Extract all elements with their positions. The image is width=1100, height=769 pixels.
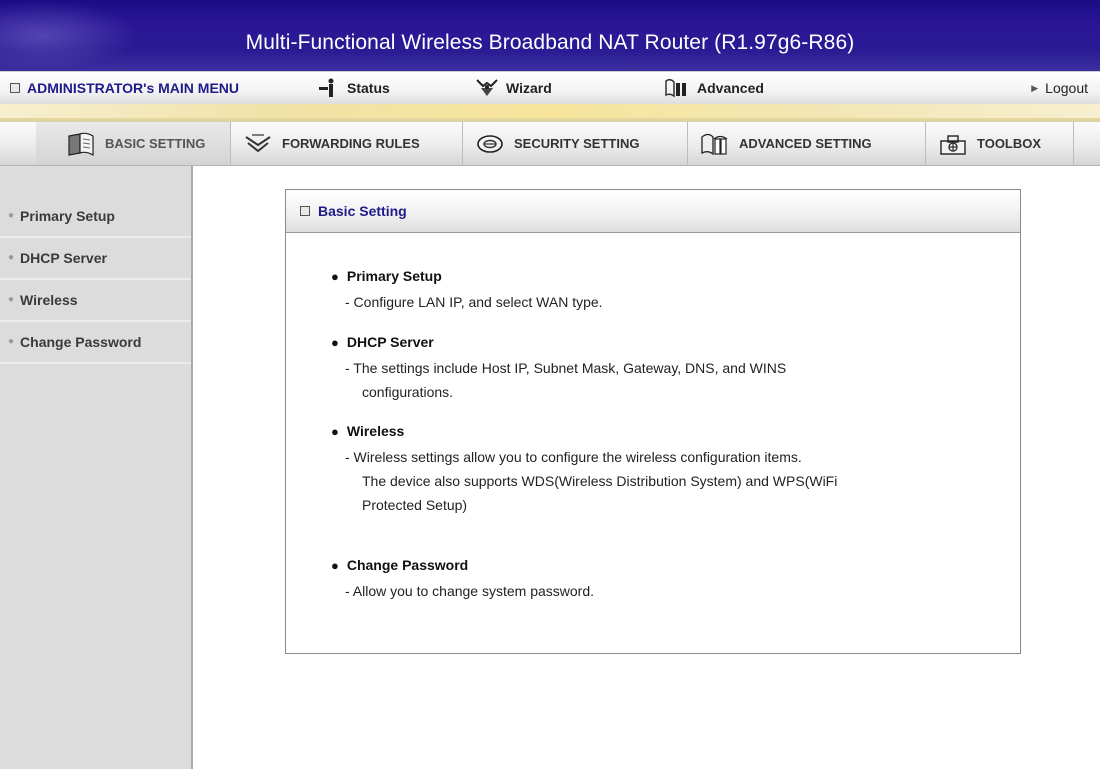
tab-advanced-setting-label: ADVANCED SETTING: [739, 136, 872, 151]
entry-title-text: Wireless: [346, 423, 405, 439]
sidebar-item-label: Wireless: [20, 292, 78, 308]
triangle-right-icon: ▶: [1031, 83, 1039, 93]
bullet-dot-icon: ●: [8, 210, 15, 221]
entry-description: - Allow you to change system password.: [345, 579, 991, 603]
sidebar-item-wireless[interactable]: ● Wireless: [0, 280, 191, 322]
bullet-dot-icon: ●: [8, 336, 15, 347]
admin-main-menu-link[interactable]: ADMINISTRATOR's MAIN MENU: [10, 72, 239, 104]
entry-title-text: Primary Setup: [346, 268, 442, 284]
title-banner: Multi-Functional Wireless Broadband NAT …: [0, 0, 1100, 71]
status-link[interactable]: Status: [318, 72, 390, 104]
square-bullet-icon: [10, 83, 20, 93]
entry-title-text: DHCP Server: [346, 334, 434, 350]
bullet-icon: ●: [331, 268, 339, 284]
tab-toolbox-label: TOOLBOX: [977, 136, 1042, 151]
tab-security-setting[interactable]: SECURITY SETTING: [463, 122, 688, 165]
tab-basic-setting-label: BASIC SETTING: [105, 136, 206, 151]
sidebar-item-primary-setup[interactable]: ● Primary Setup: [0, 196, 191, 238]
entry-wireless: ● Wireless - Wireless settings allow you…: [331, 423, 991, 517]
desc-line: The device also supports WDS(Wireless Di…: [362, 473, 838, 489]
panel-title: Basic Setting: [318, 203, 407, 219]
status-icon: [319, 78, 334, 97]
sidebar-item-change-password[interactable]: ● Change Password: [0, 322, 191, 364]
main-menu-bar: ADMINISTRATOR's MAIN MENU Status Wizard …: [0, 71, 1100, 104]
page-title: Multi-Functional Wireless Broadband NAT …: [245, 31, 855, 54]
bullet-dot-icon: ●: [8, 252, 15, 263]
desc-line: - Allow you to change system password.: [345, 583, 595, 599]
wizard-icon: [476, 79, 498, 96]
sidebar-item-dhcp-server[interactable]: ● DHCP Server: [0, 238, 191, 280]
square-bullet-icon: [300, 206, 310, 216]
bullet-icon: ●: [331, 423, 339, 439]
status-label: Status: [347, 80, 390, 96]
sidebar-item-label: Change Password: [20, 334, 142, 350]
tab-advanced-setting[interactable]: ADVANCED SETTING: [688, 122, 926, 165]
sidebar: ● Primary Setup ● DHCP Server ● Wireless…: [0, 166, 193, 769]
advanced-link[interactable]: Advanced: [664, 72, 764, 104]
entry-title: ● Change Password: [331, 557, 991, 573]
book-icon: [68, 132, 94, 156]
bullet-icon: ●: [331, 334, 339, 350]
tab-toolbox[interactable]: TOOLBOX: [926, 122, 1074, 165]
advanced-icon: [665, 78, 686, 98]
entry-dhcp-server: ● DHCP Server - The settings include Hos…: [331, 334, 991, 404]
admin-main-menu-label: ADMINISTRATOR's MAIN MENU: [27, 80, 240, 96]
bullet-icon: ●: [331, 557, 339, 573]
arrows-icon: [245, 133, 271, 152]
wizard-link[interactable]: Wizard: [475, 72, 552, 104]
tab-security-setting-label: SECURITY SETTING: [514, 136, 640, 151]
basic-setting-panel: Basic Setting ● Primary Setup - Configur…: [285, 189, 1021, 654]
entry-change-password: ● Change Password - Allow you to change …: [331, 557, 991, 603]
gold-separator: [0, 104, 1100, 122]
desc-line: configurations.: [362, 384, 454, 400]
entry-description: - Wireless settings allow you to configu…: [345, 445, 991, 517]
desc-line: - Wireless settings allow you to configu…: [345, 449, 802, 465]
wizard-label: Wizard: [506, 80, 552, 96]
sidebar-item-label: DHCP Server: [20, 250, 107, 266]
entry-title: ● DHCP Server: [331, 334, 991, 350]
tab-forwarding-rules[interactable]: FORWARDING RULES: [231, 122, 463, 165]
disc-icon: [477, 134, 503, 153]
entry-primary-setup: ● Primary Setup - Configure LAN IP, and …: [331, 268, 991, 314]
tab-bar: BASIC SETTING FORWARDING RULES SECURITY …: [0, 122, 1100, 166]
tab-basic-setting[interactable]: BASIC SETTING: [36, 122, 231, 165]
book-wings-icon: [701, 133, 728, 155]
entry-title-text: Change Password: [346, 557, 469, 573]
logout-link[interactable]: ▶ Logout: [1031, 72, 1088, 104]
entry-title: ● Primary Setup: [331, 268, 991, 284]
tab-forwarding-rules-label: FORWARDING RULES: [282, 136, 420, 151]
desc-line: - The settings include Host IP, Subnet M…: [345, 360, 787, 376]
toolbox-icon: [940, 134, 966, 155]
logout-label: Logout: [1045, 80, 1088, 96]
entry-title: ● Wireless: [331, 423, 991, 439]
entry-description: - Configure LAN IP, and select WAN type.: [345, 290, 991, 314]
entry-description: - The settings include Host IP, Subnet M…: [345, 356, 991, 404]
panel-header: Basic Setting: [286, 190, 1020, 233]
bullet-dot-icon: ●: [8, 294, 15, 305]
sidebar-item-label: Primary Setup: [20, 208, 115, 224]
desc-line: Protected Setup): [362, 497, 468, 513]
advanced-label: Advanced: [697, 80, 764, 96]
desc-line: - Configure LAN IP, and select WAN type.: [345, 294, 603, 310]
